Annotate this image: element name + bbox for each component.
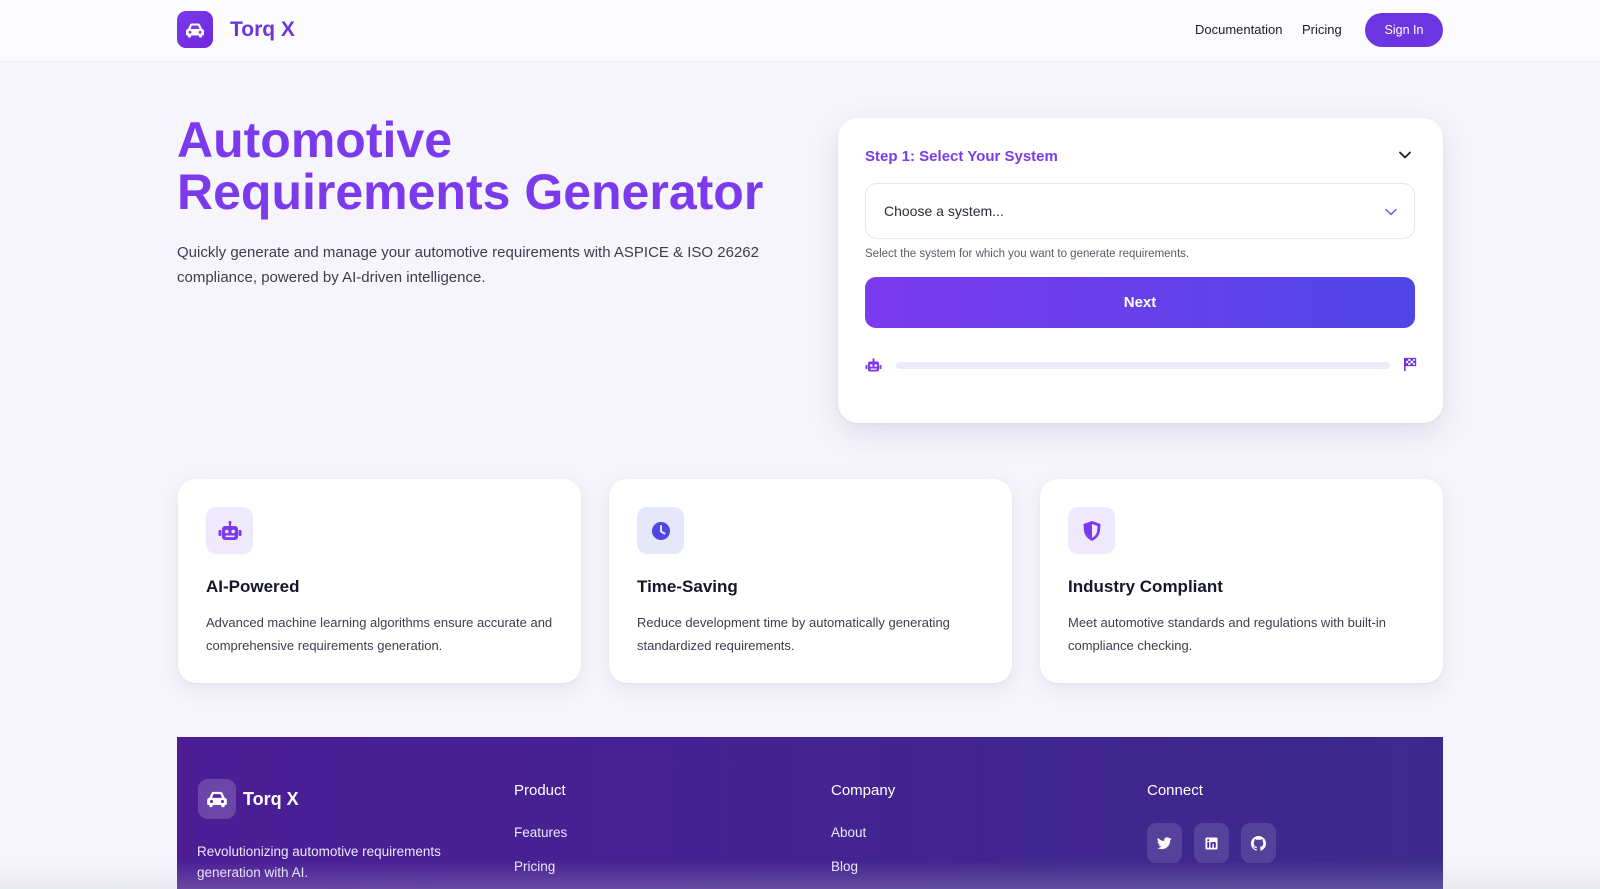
hero-subtitle: Quickly generate and manage your automot…	[177, 244, 759, 286]
linkedin-icon[interactable]	[1194, 823, 1229, 863]
system-select[interactable]: Choose a system...	[865, 183, 1415, 239]
feature-description: Reduce development time by automatically…	[637, 615, 950, 653]
chevron-down-icon[interactable]	[1398, 148, 1412, 167]
footer-brand: Torq X	[243, 789, 299, 809]
page-title-line-1: Automotive	[177, 112, 452, 168]
shield-icon	[1068, 507, 1115, 554]
next-button[interactable]: Next	[865, 277, 1415, 328]
step-card: Step 1: Select Your System Choose a syst…	[838, 118, 1443, 423]
robot-icon	[865, 358, 882, 378]
feature-title: AI-Powered	[206, 577, 300, 596]
system-select-help: Select the system for which you want to …	[865, 248, 1190, 260]
nav-documentation[interactable]: Documentation	[1195, 22, 1282, 37]
car-icon	[198, 779, 236, 819]
feature-card-industry-compliant: Industry Compliant Meet automotive stand…	[1040, 479, 1443, 683]
footer-tagline: Revolutionizing automotive requirements …	[197, 844, 441, 880]
chevron-down-icon	[1384, 205, 1398, 223]
footer-heading-product: Product	[514, 782, 566, 799]
clock-icon	[637, 507, 684, 554]
feature-title: Time-Saving	[637, 577, 738, 596]
progress-bar	[896, 362, 1390, 369]
step-title: Step 1: Select Your System	[865, 148, 1058, 165]
footer-link-about[interactable]: About	[831, 825, 866, 840]
page-title-line-2: Requirements Generator	[177, 164, 764, 220]
twitter-icon[interactable]	[1147, 823, 1182, 863]
footer-heading-connect: Connect	[1147, 782, 1203, 799]
feature-description: Meet automotive standards and regulation…	[1068, 615, 1386, 653]
sign-in-button[interactable]: Sign In	[1365, 13, 1443, 47]
feature-card-time-saving: Time-Saving Reduce development time by a…	[609, 479, 1012, 683]
github-icon[interactable]	[1241, 823, 1276, 863]
robot-icon	[206, 507, 253, 554]
system-select-value: Choose a system...	[884, 203, 1004, 219]
footer-link-blog[interactable]: Blog	[831, 859, 858, 874]
car-icon[interactable]	[177, 11, 213, 48]
footer-heading-company: Company	[831, 782, 896, 799]
nav-pricing[interactable]: Pricing	[1302, 22, 1342, 37]
flag-checkered-icon	[1403, 357, 1417, 377]
footer-link-features[interactable]: Features	[514, 825, 567, 840]
feature-card-ai-powered: AI-Powered Advanced machine learning alg…	[178, 479, 581, 683]
footer: Torq X Revolutionizing automotive requir…	[177, 737, 1443, 889]
top-navbar: Torq X Documentation Pricing Sign In	[0, 0, 1600, 62]
feature-description: Advanced machine learning algorithms ens…	[206, 615, 553, 653]
feature-title: Industry Compliant	[1068, 577, 1223, 596]
footer-link-pricing[interactable]: Pricing	[514, 859, 555, 874]
page-title: Automotive Requirements Generator	[177, 114, 817, 218]
brand-name[interactable]: Torq X	[230, 18, 295, 42]
